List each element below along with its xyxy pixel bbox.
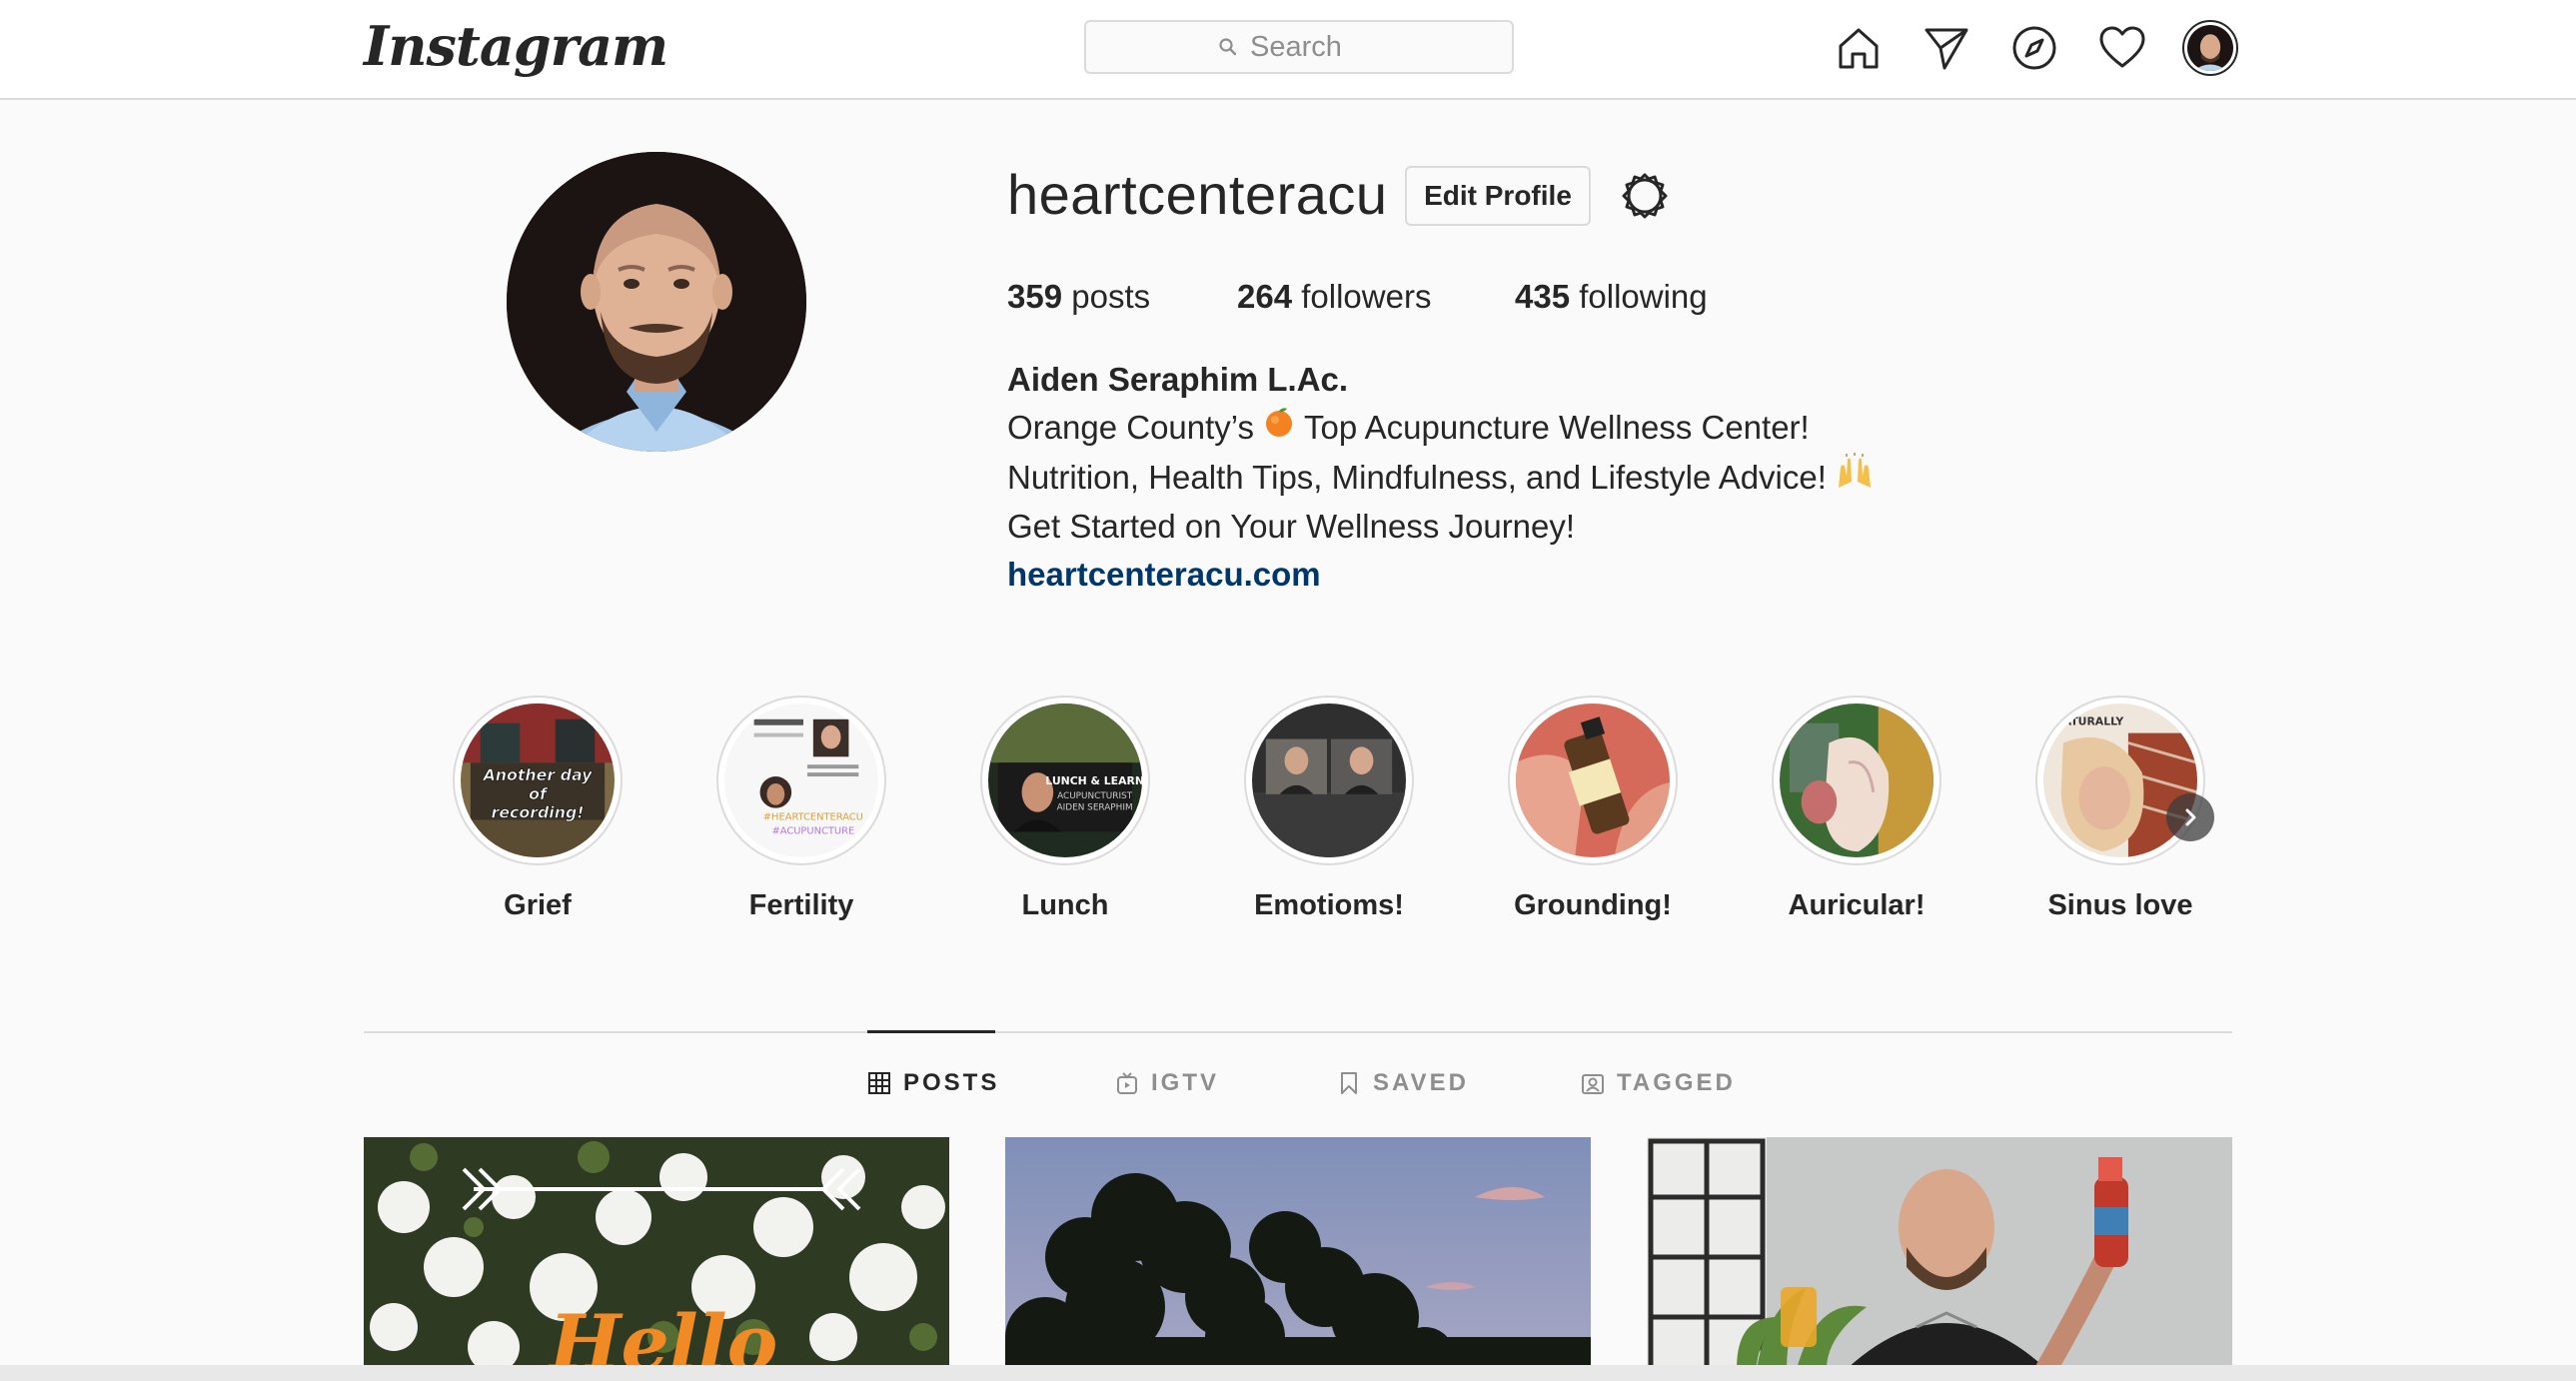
profile-username: heartcenteracu: [1007, 163, 1388, 226]
profile-bio: Aiden Seraphim L.Ac. Orange County’s Top…: [1007, 356, 1883, 599]
direct-message-icon[interactable]: [1921, 22, 1972, 74]
followers-count: 264: [1237, 278, 1293, 315]
instagram-logo[interactable]: Instagram: [364, 14, 668, 78]
highlight-label: Grounding!: [1514, 889, 1672, 921]
followers-stat[interactable]: 264 followers: [1237, 278, 1431, 316]
bio-line-2-text: Nutrition, Health Tips, Mindfulness, and…: [1007, 458, 1827, 496]
highlight-thumbnail: #HEARTCENTERACU #ACUPUNCTURE: [724, 703, 878, 857]
post-overlay-text: Hello: [548, 1298, 778, 1369]
active-tab-indicator: [867, 1030, 995, 1033]
edit-profile-button[interactable]: Edit Profile: [1405, 166, 1591, 226]
tab-igtv[interactable]: IGTV: [1115, 1069, 1219, 1097]
tab-label: SAVED: [1373, 1069, 1469, 1096]
posts-label: posts: [1071, 278, 1151, 315]
profile-avatar[interactable]: [2182, 20, 2238, 76]
post-thumbnail-2[interactable]: [1005, 1137, 1591, 1369]
chevron-right-icon: [2185, 808, 2196, 826]
highlight-thumbnail: [1516, 703, 1670, 857]
svg-text:AIDEN SERAPHIM: AIDEN SERAPHIM: [1057, 803, 1133, 813]
highlight-label: Auricular!: [1788, 889, 1926, 921]
grid-icon: [868, 1072, 890, 1094]
explore-icon[interactable]: [2008, 22, 2060, 74]
svg-text:NATURALLY: NATURALLY: [2054, 715, 2124, 728]
svg-text:Another day: Another day: [482, 765, 594, 784]
highlight-label: Sinus love: [2047, 889, 2193, 921]
tab-saved[interactable]: SAVED: [1337, 1069, 1469, 1097]
following-label: following: [1579, 278, 1708, 315]
home-icon[interactable]: [1833, 22, 1885, 74]
orange-emoji-icon: [1262, 404, 1296, 452]
settings-gear-icon[interactable]: [1619, 170, 1671, 222]
tab-label: TAGGED: [1617, 1069, 1736, 1096]
bio-full-name: Aiden Seraphim L.Ac.: [1007, 361, 1349, 398]
bottom-edge: [0, 1365, 2576, 1381]
highlight-thumbnail: LUNCH & LEARN ACUPUNCTURIST AIDEN SERAPH…: [988, 703, 1142, 857]
highlight-label: Emotioms!: [1254, 889, 1404, 921]
website-link[interactable]: heartcenteracu.com: [1007, 551, 1321, 599]
igtv-icon: [1117, 1072, 1137, 1094]
search-box[interactable]: [1084, 20, 1514, 74]
heart-icon[interactable]: [2096, 22, 2148, 74]
bio-line-2: Nutrition, Health Tips, Mindfulness, and…: [1007, 452, 1883, 503]
tab-label: IGTV: [1151, 1069, 1220, 1096]
highlight-label: Grief: [504, 889, 572, 921]
bio-line-1-start: Orange County’s: [1007, 409, 1255, 446]
highlight-grief[interactable]: Another day of recording! Grief: [438, 695, 638, 922]
bio-line-1: Orange County’s Top Acupuncture Wellness…: [1007, 404, 1883, 452]
svg-text:ACUPUNCTURIST: ACUPUNCTURIST: [1057, 791, 1133, 801]
tab-posts[interactable]: POSTS: [867, 1069, 999, 1097]
highlight-thumbnail: [1252, 703, 1406, 857]
highlight-fertility[interactable]: #HEARTCENTERACU #ACUPUNCTURE Fertility: [701, 695, 901, 922]
highlight-grounding[interactable]: Grounding!: [1493, 695, 1693, 922]
post-thumbnail-3[interactable]: [1647, 1137, 2232, 1369]
svg-text:LUNCH & LEARN: LUNCH & LEARN: [1045, 774, 1142, 787]
highlight-thumbnail: Another day of recording!: [461, 703, 615, 857]
bookmark-icon: [1341, 1072, 1357, 1094]
bio-line-1-end: Top Acupuncture Wellness Center!: [1304, 409, 1810, 446]
highlight-thumbnail: [1780, 703, 1933, 857]
highlight-label: Lunch: [1021, 889, 1109, 921]
tab-tagged[interactable]: TAGGED: [1581, 1069, 1736, 1097]
highlight-auricular[interactable]: Auricular!: [1757, 695, 1956, 922]
highlight-emotions[interactable]: Emotioms!: [1229, 695, 1429, 922]
svg-text:#HEARTCENTERACU: #HEARTCENTERACU: [763, 811, 863, 822]
posts-count: 359: [1007, 278, 1063, 315]
highlights-next-button[interactable]: [2166, 793, 2214, 841]
followers-label: followers: [1301, 278, 1432, 315]
tab-label: POSTS: [903, 1069, 1000, 1096]
bio-line-3: Get Started on Your Wellness Journey!: [1007, 508, 1576, 545]
tagged-icon: [1582, 1074, 1604, 1094]
highlight-label: Fertility: [748, 889, 854, 921]
search-icon: [1219, 38, 1237, 56]
highlight-lunch[interactable]: LUNCH & LEARN ACUPUNCTURIST AIDEN SERAPH…: [965, 695, 1165, 922]
svg-text:#ACUPUNCTURE: #ACUPUNCTURE: [772, 825, 855, 836]
posts-stat: 359 posts: [1007, 278, 1150, 316]
raised-hands-emoji-icon: [1835, 452, 1875, 503]
svg-text:of: of: [529, 784, 549, 803]
profile-photo[interactable]: [507, 152, 806, 452]
search-input[interactable]: [1250, 30, 1380, 64]
following-stat[interactable]: 435 following: [1515, 278, 1708, 316]
top-nav-bar: Instagram: [0, 0, 2576, 100]
svg-text:recording!: recording!: [492, 803, 585, 822]
tabs-divider: [364, 1031, 2232, 1033]
post-thumbnail-1[interactable]: Hello: [364, 1137, 949, 1369]
following-count: 435: [1515, 278, 1571, 315]
